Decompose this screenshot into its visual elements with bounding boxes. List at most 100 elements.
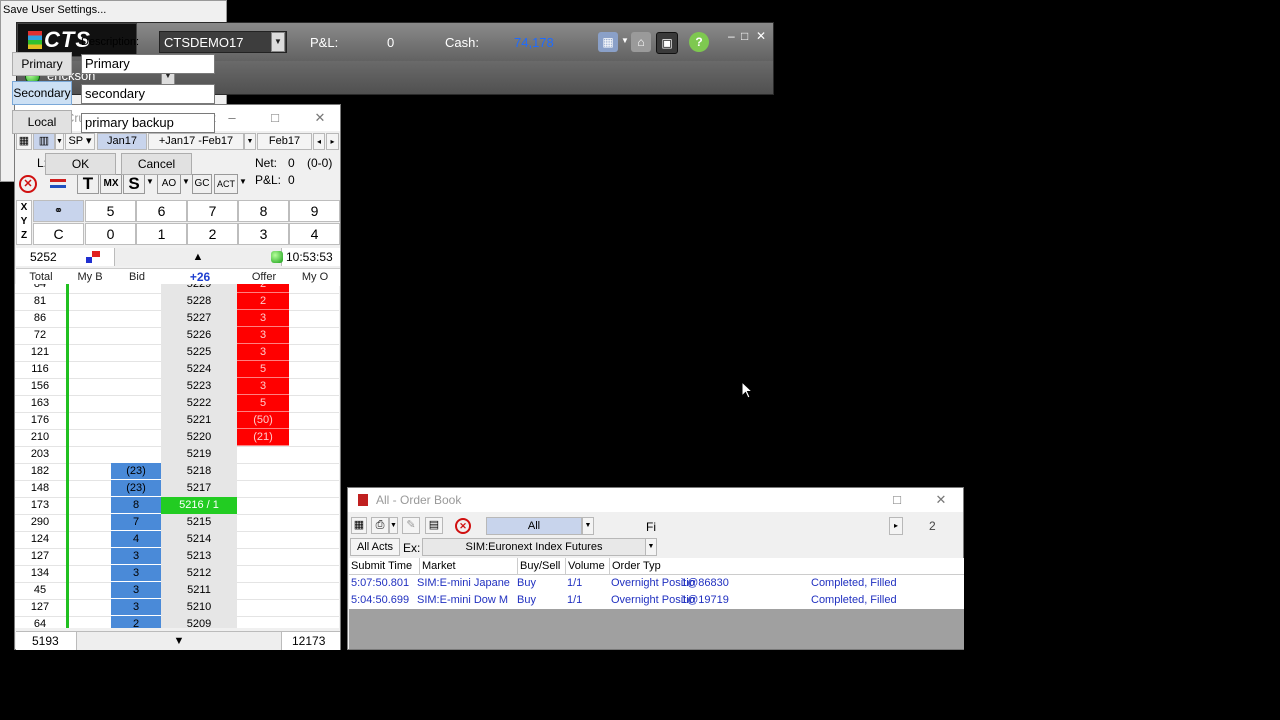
tool-act-dropdown-icon[interactable]: ▼ (239, 177, 247, 186)
offer-cell[interactable]: 5 (237, 395, 289, 412)
ladder-row[interactable]: 182 (23) 5218 (15, 463, 339, 481)
my-bid-cell[interactable] (67, 548, 111, 565)
offer-cell[interactable]: 2 (237, 284, 289, 293)
tool-s-button[interactable]: S (123, 174, 145, 194)
my-bid-cell[interactable] (67, 344, 111, 361)
my-offer-cell[interactable] (289, 429, 339, 446)
offer-cell[interactable] (237, 548, 289, 565)
offer-cell[interactable] (237, 582, 289, 599)
tool-gc-button[interactable]: GC (192, 174, 212, 194)
my-offer-cell[interactable] (289, 284, 339, 293)
ladder-row[interactable]: 45 3 5211 (15, 582, 339, 600)
bid-cell[interactable]: 2 (111, 616, 161, 628)
offer-cell[interactable] (237, 565, 289, 582)
keypad-6[interactable]: 6 (136, 200, 187, 222)
save-icon[interactable]: ▣ (656, 32, 678, 54)
my-bid-cell[interactable] (67, 565, 111, 582)
order-row[interactable]: 5:07:50.801 SIM:E-mini Japane Buy 1/1 Overni… (349, 575, 964, 592)
my-offer-cell[interactable] (289, 565, 339, 582)
help-icon[interactable]: ? (689, 32, 709, 52)
bid-cell[interactable] (111, 284, 161, 293)
ob-lock-icon[interactable]: ▤ (425, 517, 443, 534)
my-bid-cell[interactable] (67, 361, 111, 378)
cancel-button[interactable]: Cancel (121, 153, 192, 175)
restore-button[interactable]: □ (741, 29, 748, 43)
home-icon[interactable]: ⌂ (631, 32, 651, 52)
bid-cell[interactable]: 3 (111, 565, 161, 582)
ladder-row[interactable]: 81 5228 2 (15, 293, 339, 311)
ladder-row[interactable]: 86 5227 3 (15, 310, 339, 328)
tab-back-month[interactable]: Feb17 (257, 133, 312, 150)
my-bid-cell[interactable] (67, 531, 111, 548)
tool-s-dropdown-icon[interactable]: ▼ (146, 177, 154, 186)
ladder-row[interactable]: 176 5221 (50) (15, 412, 339, 430)
bid-cell[interactable]: (23) (111, 480, 161, 497)
ob-exchange-select[interactable]: SIM:Euronext Index Futures (422, 538, 646, 556)
ladder-row[interactable]: 64 2 5209 (15, 616, 339, 628)
my-offer-cell[interactable] (289, 446, 339, 463)
chart-icon[interactable]: ▥ (33, 133, 55, 150)
keypad-2[interactable]: 2 (187, 223, 238, 245)
offer-cell[interactable] (237, 480, 289, 497)
my-bid-cell[interactable] (67, 582, 111, 599)
tool-mx-button[interactable]: MX (100, 174, 122, 194)
my-offer-cell[interactable] (289, 395, 339, 412)
my-bid-cell[interactable] (67, 463, 111, 480)
offer-cell[interactable] (237, 497, 289, 514)
my-offer-cell[interactable] (289, 497, 339, 514)
keypad-link-button[interactable]: ⚭ (33, 200, 84, 222)
my-offer-cell[interactable] (289, 616, 339, 628)
ladder-maximize-button[interactable]: □ (260, 105, 290, 131)
keypad-8[interactable]: 8 (238, 200, 289, 222)
xyz-selector[interactable]: X Y Z (16, 200, 32, 245)
ladder-row[interactable]: 127 3 5213 (15, 548, 339, 566)
my-offer-cell[interactable] (289, 531, 339, 548)
tool-ao-dropdown-icon[interactable]: ▼ (182, 177, 190, 186)
ladder-close-button[interactable]: ✕ (305, 105, 335, 131)
offer-cell[interactable]: (21) (237, 429, 289, 446)
ob-cancel-icon[interactable]: ✕ (455, 518, 471, 534)
ladder-row[interactable]: 290 7 5215 (15, 514, 339, 532)
bid-cell[interactable]: 3 (111, 599, 161, 616)
ladder-row[interactable]: 124 4 5214 (15, 531, 339, 549)
order-row[interactable]: 5:04:50.699 SIM:E-mini Dow M Buy 1/1 Overnig… (349, 592, 964, 609)
bid-cell[interactable] (111, 378, 161, 395)
ok-button[interactable]: OK (45, 153, 116, 175)
my-bid-cell[interactable] (67, 429, 111, 446)
close-button[interactable]: ✕ (756, 29, 766, 43)
bid-cell[interactable]: 3 (111, 548, 161, 565)
account-select[interactable]: CTSDEMO17 (159, 31, 287, 53)
my-offer-cell[interactable] (289, 327, 339, 344)
sp-selector[interactable]: SP ▾ (65, 133, 95, 150)
offer-cell[interactable]: 3 (237, 310, 289, 327)
tab-front-month[interactable]: Jan17 (97, 133, 147, 150)
tab-scroll-left-icon[interactable]: ◂ (313, 133, 325, 150)
offer-cell[interactable]: 3 (237, 327, 289, 344)
my-bid-cell[interactable] (67, 284, 111, 293)
secondary-button[interactable]: Secondary (12, 81, 72, 105)
keypad-9[interactable]: 9 (289, 200, 340, 222)
bid-cell[interactable] (111, 293, 161, 310)
ob-all-accounts-button[interactable]: All Acts (350, 538, 400, 556)
offer-cell[interactable]: (50) (237, 412, 289, 429)
offer-cell[interactable]: 2 (237, 293, 289, 310)
bid-cell[interactable]: 4 (111, 531, 161, 548)
my-bid-cell[interactable] (67, 480, 111, 497)
bid-cell[interactable]: 7 (111, 514, 161, 531)
my-offer-cell[interactable] (289, 361, 339, 378)
ob-print-dropdown-icon[interactable]: ▼ (389, 517, 398, 534)
layout-dropdown-icon[interactable]: ▼ (621, 36, 629, 45)
ob-grid-icon[interactable]: ▦ (351, 517, 367, 534)
ob-exchange-dropdown-icon[interactable]: ▼ (645, 538, 657, 556)
my-offer-cell[interactable] (289, 480, 339, 497)
offer-cell[interactable] (237, 531, 289, 548)
ob-filter-all[interactable]: All (486, 517, 582, 535)
my-bid-cell[interactable] (67, 599, 111, 616)
ladder-row[interactable]: 163 5222 5 (15, 395, 339, 413)
bid-cell[interactable]: 8 (111, 497, 161, 514)
chart-dropdown-icon[interactable]: ▼ (55, 133, 64, 150)
ladder-row[interactable]: 148 (23) 5217 (15, 480, 339, 498)
my-offer-cell[interactable] (289, 310, 339, 327)
bid-cell[interactable]: (23) (111, 463, 161, 480)
ladder-row[interactable]: 72 5226 3 (15, 327, 339, 345)
